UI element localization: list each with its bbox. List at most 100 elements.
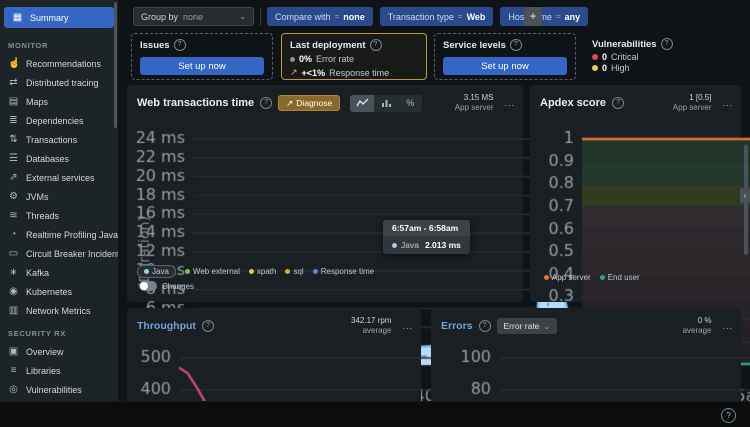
collapse-panel-button[interactable]: ‹ <box>740 188 750 203</box>
apdex-panel: Apdex score ? 1 [0.5] App server ... App… <box>530 85 741 302</box>
panel-menu-button[interactable]: ... <box>722 321 733 331</box>
filter-value: any <box>565 12 581 22</box>
apdex-legend: App server End user <box>544 273 640 282</box>
issues-card: Issues ? Set up now <box>131 33 273 80</box>
percent-toggle[interactable]: % <box>398 95 422 112</box>
high-row: 0 High <box>592 63 734 73</box>
footer-bar: ? <box>0 401 750 427</box>
java-series-dot-icon <box>392 243 397 248</box>
help-icon[interactable]: ? <box>370 39 382 51</box>
sidebar-item-label: Recommendations <box>26 59 101 69</box>
sidebar-item-summary[interactable]: ▦Summary <box>4 7 114 28</box>
sidebar-item-distributed-tracing[interactable]: ⇄Distributed tracing <box>0 73 118 92</box>
legend-item-app-server[interactable]: App server <box>544 273 591 282</box>
sidebar-section-security-rx: SECURITY RX <box>0 320 118 342</box>
errors-summary-value: 0 % <box>683 316 712 326</box>
help-icon[interactable]: ? <box>202 320 214 332</box>
throughput-title[interactable]: Throughput <box>137 320 196 332</box>
error-rate-label: Error rate <box>316 54 354 64</box>
sidebar-item-vulnerabilities[interactable]: ◎Vulnerabilities <box>0 380 118 399</box>
filter-pill-compare-with[interactable]: Compare with=none <box>267 7 373 26</box>
legend-label: Response time <box>321 267 374 276</box>
sidebar-item-label: Distributed tracing <box>26 78 99 88</box>
web-transactions-header: Web transactions time ? ↗ Diagnose % 3.1… <box>137 93 515 114</box>
help-icon[interactable]: ? <box>510 39 522 51</box>
sidebar-item-kafka[interactable]: ∗Kafka <box>0 263 118 282</box>
external-services-icon: ⇗ <box>8 172 19 183</box>
bar-chart-icon <box>381 98 392 108</box>
filter-pill-host-name[interactable]: Host name=any <box>500 7 588 26</box>
sidebar-item-jvms[interactable]: ⚙JVMs <box>0 187 118 206</box>
thumbs-up-icon: ☝ <box>8 58 19 69</box>
filter-label: Transaction type <box>388 12 454 22</box>
group-by-select[interactable]: Group by none ⌄ <box>133 7 254 26</box>
errors-title[interactable]: Errors <box>441 320 473 332</box>
sidebar-item-libraries[interactable]: ≡Libraries <box>0 361 118 380</box>
legend-dot-icon <box>600 275 605 280</box>
last-deployment-card: Last deployment ? 0% Error rate ↗ +<1% R… <box>281 33 427 80</box>
line-chart-toggle[interactable] <box>350 95 374 112</box>
sidebar-item-dependencies[interactable]: ≣Dependencies <box>0 111 118 130</box>
sidebar-item-label: Threads <box>26 211 59 221</box>
sidebar-item-databases[interactable]: ☰Databases <box>0 149 118 168</box>
sidebar-item-label: Kubernetes <box>26 287 72 297</box>
sidebar-item-label: Circuit Breaker Incidents <box>26 249 118 259</box>
sidebar-item-realtime-profiling-java[interactable]: ◔Realtime Profiling Java <box>0 225 118 244</box>
bar-chart-toggle[interactable] <box>374 95 398 112</box>
panel-menu-button[interactable]: ... <box>504 98 515 108</box>
sidebar-item-overview[interactable]: ▣Overview <box>0 342 118 361</box>
critical-count: 0 <box>602 52 607 62</box>
diagnose-button[interactable]: ↗ Diagnose <box>278 95 340 111</box>
sidebar-scrollbar[interactable] <box>114 2 117 128</box>
sidebar-item-external-services[interactable]: ⇗ External services <box>0 168 118 187</box>
panel-menu-button[interactable]: ... <box>402 321 413 331</box>
issues-title-text: Issues <box>140 40 170 51</box>
service-levels-setup-button[interactable]: Set up now <box>443 57 567 75</box>
help-button[interactable]: ? <box>721 408 736 423</box>
legend-item-web-external[interactable]: Web external <box>185 267 240 276</box>
high-dot-icon <box>592 65 598 71</box>
help-icon[interactable]: ? <box>612 97 624 109</box>
help-icon[interactable]: ? <box>661 38 673 50</box>
chevron-down-icon: ⌄ <box>239 12 246 21</box>
help-icon[interactable]: ? <box>260 97 272 109</box>
legend-dot-icon <box>544 275 549 280</box>
sidebar-item-threads[interactable]: ≋Threads <box>0 206 118 225</box>
sidebar-item-recommendations[interactable]: ☝ Recommendations <box>0 54 118 73</box>
sidebar-item-label: Dependencies <box>26 116 84 126</box>
panel-menu-button[interactable]: ... <box>722 98 733 108</box>
sidebar-item-label: External services <box>26 173 95 183</box>
legend-item-java[interactable]: Java <box>137 265 176 278</box>
help-icon[interactable]: ? <box>174 39 186 51</box>
sidebar-item-network-metrics[interactable]: ▥Network Metrics <box>0 301 118 320</box>
chart-tooltip: 6:57am - 6:58am Java 2.013 ms <box>383 220 470 254</box>
chevron-down-icon: ⌄ <box>543 322 550 331</box>
help-icon[interactable]: ? <box>479 320 491 332</box>
filter-operator: = <box>458 12 463 21</box>
legend-item-end-user[interactable]: End user <box>600 273 640 282</box>
sidebar-item-maps[interactable]: ▤Maps <box>0 92 118 111</box>
error-rate-dropdown[interactable]: Error rate ⌄ <box>497 318 558 334</box>
apdex-summary-label: App server <box>673 103 712 113</box>
changes-toggle[interactable] <box>139 281 157 291</box>
add-filter-button[interactable]: + <box>524 7 542 26</box>
legend-label: Web external <box>193 267 240 276</box>
sidebar-item-circuit-breaker-incidents[interactable]: ▭Circuit Breaker Incidents <box>0 244 118 263</box>
legend-item-sql[interactable]: sql <box>285 267 303 276</box>
legend-label: xpath <box>257 267 277 276</box>
issues-title: Issues ? <box>140 39 264 51</box>
filter-pill-transaction-type[interactable]: Transaction type=Web <box>380 7 494 26</box>
transactions-icon: ⇅ <box>8 134 19 145</box>
sidebar-item-label: Vulnerabilities <box>26 385 82 395</box>
legend-item-xpath[interactable]: xpath <box>249 267 277 276</box>
response-value: +<1% <box>302 68 326 78</box>
apdex-header: Apdex score ? 1 [0.5] App server ... <box>540 93 733 114</box>
issues-setup-button[interactable]: Set up now <box>140 57 264 75</box>
legend-item-response-time[interactable]: Response time <box>313 267 374 276</box>
vulnerabilities-card: Vulnerabilities ? 0 Critical 0 High <box>584 33 742 80</box>
sidebar-item-transactions[interactable]: ⇅Transactions <box>0 130 118 149</box>
filter-label: Compare with <box>275 12 331 22</box>
database-icon: ☰ <box>8 153 19 164</box>
summary-icon: ▦ <box>12 12 23 23</box>
sidebar-item-kubernetes[interactable]: ◉Kubernetes <box>0 282 118 301</box>
